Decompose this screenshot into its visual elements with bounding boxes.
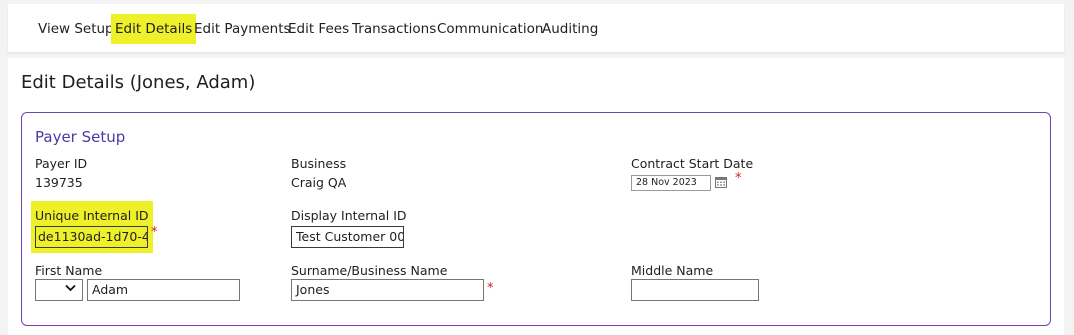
middle-name-label: Middle Name [631, 263, 714, 278]
contract-start-date-input[interactable]: 28 Nov 2023 [631, 175, 711, 191]
tab-transactions[interactable]: Transactions [352, 14, 436, 44]
tab-edit-fees[interactable]: Edit Fees [288, 14, 349, 44]
title-select[interactable] [35, 279, 83, 301]
contract-start-date-label: Contract Start Date [631, 156, 754, 171]
chevron-down-icon [65, 284, 76, 292]
tab-auditing[interactable]: Auditing [542, 14, 598, 44]
first-name-label: First Name [35, 263, 103, 278]
payer-id-label: Payer ID [35, 156, 88, 171]
display-internal-id-label: Display Internal ID [291, 208, 407, 223]
tab-communication[interactable]: Communication [437, 14, 543, 44]
main-content: Edit Details (Jones, Adam) Payer Setup P… [8, 58, 1064, 335]
contract-start-required-marker: * [735, 171, 742, 186]
unique-id-required-marker: * [151, 225, 158, 240]
business-label: Business [291, 156, 347, 171]
tab-edit-details[interactable]: Edit Details [111, 14, 197, 44]
tab-edit-payments[interactable]: Edit Payments [194, 14, 291, 44]
top-nav: View Setup Edit Details Edit Payments Ed… [8, 4, 1064, 52]
tab-view-setup[interactable]: View Setup [38, 14, 114, 44]
surname-input[interactable]: Jones [291, 279, 484, 301]
middle-name-input[interactable] [631, 279, 759, 301]
display-internal-id-input[interactable]: Test Customer 001 [291, 226, 404, 248]
payer-id-value: 139735 [35, 175, 83, 190]
first-name-input[interactable]: Adam [87, 279, 240, 301]
payer-setup-title: Payer Setup [35, 128, 126, 146]
business-value: Craig QA [291, 175, 347, 190]
unique-internal-id-label: Unique Internal ID [35, 208, 149, 223]
unique-internal-id-input[interactable]: de1130ad-1d70-45 [35, 226, 148, 248]
payer-setup-card: Payer Setup Payer ID 139735 Business Cra… [21, 112, 1051, 326]
surname-required-marker: * [487, 281, 494, 296]
surname-label: Surname/Business Name [291, 263, 448, 278]
page-title: Edit Details (Jones, Adam) [21, 72, 256, 93]
calendar-icon[interactable] [715, 177, 727, 188]
